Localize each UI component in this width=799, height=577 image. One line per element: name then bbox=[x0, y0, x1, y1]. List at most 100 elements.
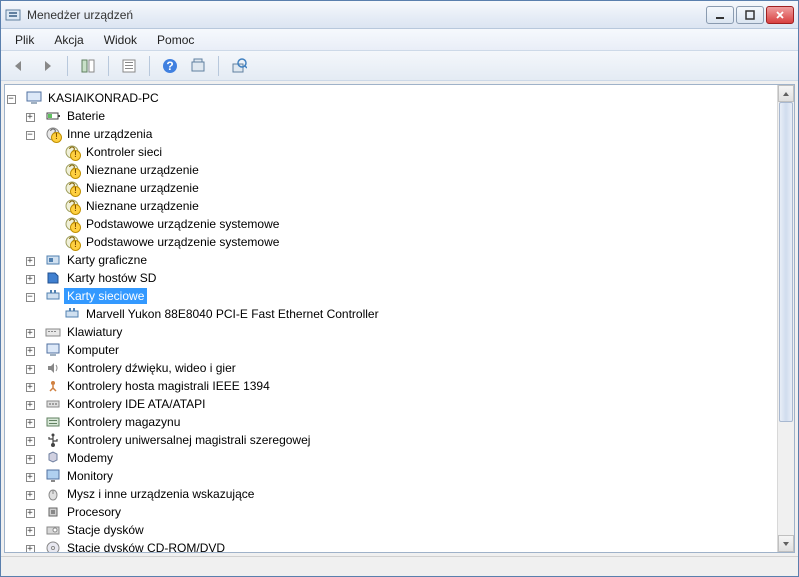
help-button[interactable]: ? bbox=[158, 54, 182, 78]
menu-view[interactable]: Widok bbox=[94, 29, 147, 50]
collapse-icon[interactable]: − bbox=[5, 94, 17, 106]
expand-icon[interactable]: + bbox=[24, 382, 36, 394]
collapse-icon[interactable]: − bbox=[24, 292, 36, 304]
tree-category-ide[interactable]: + Kontrolery IDE ATA/ATAPI bbox=[5, 395, 777, 413]
unknown-device-icon: ? bbox=[64, 216, 80, 232]
sound-icon bbox=[45, 360, 61, 376]
modem-icon bbox=[45, 450, 61, 466]
svg-text:?: ? bbox=[69, 234, 76, 248]
tree-category-network-adapters[interactable]: − Karty sieciowe bbox=[5, 287, 777, 305]
computer-icon bbox=[45, 342, 61, 358]
minimize-button[interactable] bbox=[706, 6, 734, 24]
toolbar-separator bbox=[218, 56, 219, 76]
computer-icon bbox=[26, 90, 42, 106]
expand-icon[interactable]: + bbox=[24, 508, 36, 520]
svg-text:?: ? bbox=[69, 216, 76, 230]
expand-icon[interactable]: + bbox=[24, 526, 36, 538]
vertical-scrollbar[interactable] bbox=[777, 85, 794, 552]
expand-icon[interactable]: + bbox=[24, 274, 36, 286]
tree-category-mice[interactable]: + Mysz i inne urządzenia wskazujące bbox=[5, 485, 777, 503]
expand-icon[interactable]: + bbox=[24, 364, 36, 376]
tree-item-base-system-device[interactable]: ? Podstawowe urządzenie systemowe bbox=[5, 233, 777, 251]
keyboard-icon bbox=[45, 324, 61, 340]
expand-icon[interactable]: + bbox=[24, 328, 36, 340]
expand-icon[interactable]: + bbox=[24, 454, 36, 466]
other-devices-icon: ? bbox=[45, 126, 61, 142]
tree-category-storage-controllers[interactable]: + Kontrolery magazynu bbox=[5, 413, 777, 431]
expand-icon[interactable]: + bbox=[24, 490, 36, 502]
menu-help[interactable]: Pomoc bbox=[147, 29, 204, 50]
selected-item: Karty sieciowe bbox=[64, 288, 147, 304]
toolbar-separator bbox=[149, 56, 150, 76]
expand-icon[interactable]: + bbox=[24, 472, 36, 484]
tree-category-computer[interactable]: + Komputer bbox=[5, 341, 777, 359]
scrollbar-thumb[interactable] bbox=[779, 102, 793, 422]
window-title: Menedżer urządzeń bbox=[27, 8, 706, 22]
tree-item-unknown-device[interactable]: ? Nieznane urządzenie bbox=[5, 161, 777, 179]
maximize-button[interactable] bbox=[736, 6, 764, 24]
show-hide-tree-button[interactable] bbox=[76, 54, 100, 78]
titlebar[interactable]: Menedżer urządzeń bbox=[1, 1, 798, 29]
device-tree[interactable]: − KASIAIKONRAD-PC + Baterie − ? Inne urz… bbox=[5, 85, 777, 552]
scroll-up-button[interactable] bbox=[778, 85, 794, 102]
tree-category-batteries[interactable]: + Baterie bbox=[5, 107, 777, 125]
processor-icon bbox=[45, 504, 61, 520]
scroll-down-button[interactable] bbox=[778, 535, 794, 552]
tree-category-sd-host[interactable]: + Karty hostów SD bbox=[5, 269, 777, 287]
menubar: Plik Akcja Widok Pomoc bbox=[1, 29, 798, 51]
tree-item-marvell-ethernet[interactable]: Marvell Yukon 88E8040 PCI-E Fast Etherne… bbox=[5, 305, 777, 323]
svg-text:?: ? bbox=[69, 180, 76, 194]
tree-category-cdrom[interactable]: + Stacje dysków CD-ROM/DVD bbox=[5, 539, 777, 552]
tree-root[interactable]: − KASIAIKONRAD-PC bbox=[5, 89, 777, 107]
expand-icon[interactable]: + bbox=[24, 544, 36, 553]
scan-hardware-button[interactable] bbox=[186, 54, 210, 78]
firewire-icon bbox=[45, 378, 61, 394]
unknown-device-icon: ? bbox=[64, 180, 80, 196]
tree-category-modems[interactable]: + Modemy bbox=[5, 449, 777, 467]
tree-category-disk-drives[interactable]: + Stacje dysków bbox=[5, 521, 777, 539]
expand-icon[interactable]: + bbox=[24, 418, 36, 430]
tree-category-usb[interactable]: + Kontrolery uniwersalnej magistrali sze… bbox=[5, 431, 777, 449]
tree-category-monitors[interactable]: + Monitory bbox=[5, 467, 777, 485]
menu-action[interactable]: Akcja bbox=[44, 29, 93, 50]
network-adapter-icon bbox=[64, 306, 80, 322]
statusbar bbox=[1, 556, 798, 576]
menu-file[interactable]: Plik bbox=[5, 29, 44, 50]
tree-category-sound-controllers[interactable]: + Kontrolery dźwięku, wideo i gier bbox=[5, 359, 777, 377]
collapse-icon[interactable]: − bbox=[24, 130, 36, 142]
toolbar-separator bbox=[108, 56, 109, 76]
back-button[interactable] bbox=[7, 54, 31, 78]
cdrom-icon bbox=[45, 540, 61, 552]
tree-item-network-controller[interactable]: ? Kontroler sieci bbox=[5, 143, 777, 161]
properties-button[interactable] bbox=[117, 54, 141, 78]
tree-category-keyboards[interactable]: + Klawiatury bbox=[5, 323, 777, 341]
svg-text:?: ? bbox=[50, 126, 57, 140]
tree-category-ieee1394[interactable]: + Kontrolery hosta magistrali IEEE 1394 bbox=[5, 377, 777, 395]
expand-icon[interactable]: + bbox=[24, 112, 36, 124]
svg-text:?: ? bbox=[69, 144, 76, 158]
tree-category-other-devices[interactable]: − ? Inne urządzenia bbox=[5, 125, 777, 143]
expand-icon[interactable]: + bbox=[24, 256, 36, 268]
svg-text:?: ? bbox=[69, 198, 76, 212]
device-manager-window: Menedżer urządzeń Plik Akcja Widok Pomoc… bbox=[0, 0, 799, 577]
network-adapter-icon bbox=[45, 288, 61, 304]
tree-item-unknown-device[interactable]: ? Nieznane urządzenie bbox=[5, 197, 777, 215]
app-icon bbox=[5, 7, 21, 23]
close-button[interactable] bbox=[766, 6, 794, 24]
unknown-device-icon: ? bbox=[64, 198, 80, 214]
svg-text:?: ? bbox=[69, 162, 76, 176]
tree-category-display-adapters[interactable]: + Karty graficzne bbox=[5, 251, 777, 269]
expand-icon[interactable]: + bbox=[24, 436, 36, 448]
forward-button[interactable] bbox=[35, 54, 59, 78]
toolbar: ? bbox=[1, 51, 798, 81]
tree-category-processors[interactable]: + Procesory bbox=[5, 503, 777, 521]
toolbar-separator bbox=[67, 56, 68, 76]
expand-icon[interactable]: + bbox=[24, 400, 36, 412]
disk-drive-icon bbox=[45, 522, 61, 538]
unknown-device-icon: ? bbox=[64, 234, 80, 250]
update-driver-button[interactable] bbox=[227, 54, 251, 78]
svg-text:?: ? bbox=[166, 59, 173, 73]
tree-item-base-system-device[interactable]: ? Podstawowe urządzenie systemowe bbox=[5, 215, 777, 233]
tree-item-unknown-device[interactable]: ? Nieznane urządzenie bbox=[5, 179, 777, 197]
expand-icon[interactable]: + bbox=[24, 346, 36, 358]
